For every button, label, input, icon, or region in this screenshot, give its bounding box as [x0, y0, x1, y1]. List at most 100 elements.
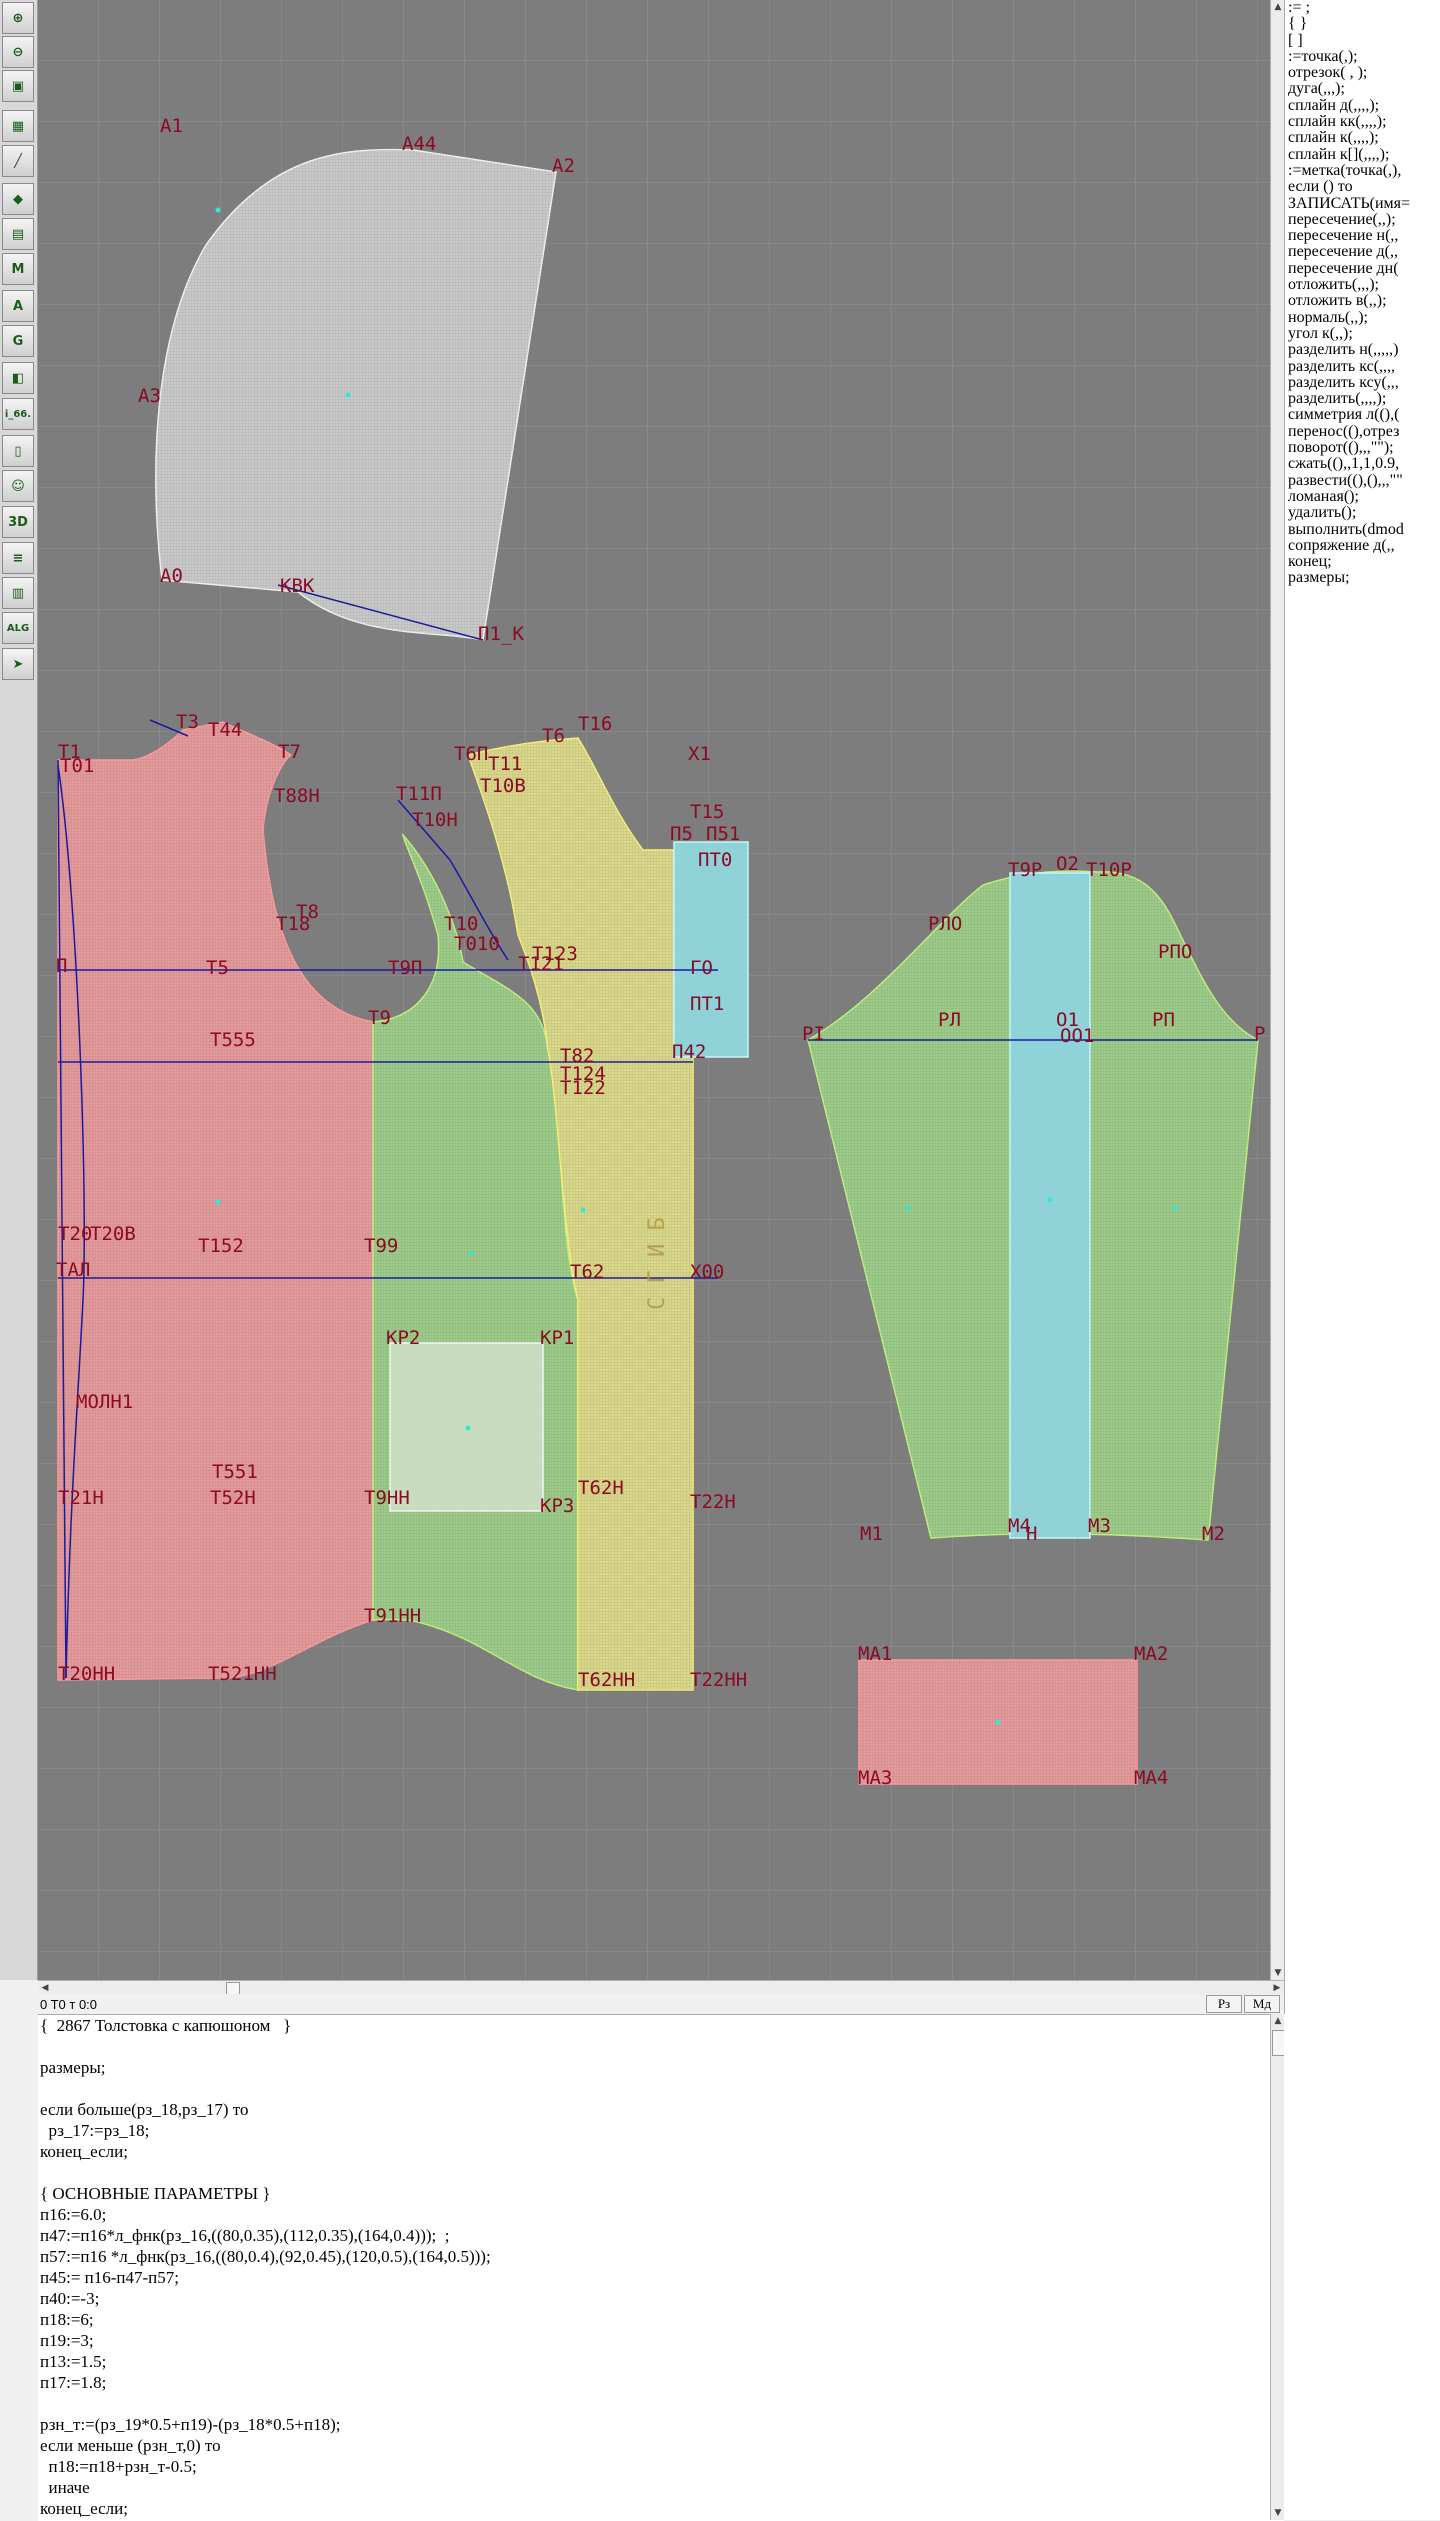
point-label: T18: [276, 913, 310, 935]
line-icon[interactable]: ╱: [2, 145, 34, 177]
person-icon[interactable]: ☺: [2, 470, 34, 502]
command-item[interactable]: дуга(,,,);: [1288, 81, 1410, 98]
point-label: T21H: [58, 1487, 104, 1509]
code-line: п13:=1.5;: [40, 2352, 107, 2371]
command-item[interactable]: перенос((),отрез: [1288, 423, 1410, 440]
point-label: TAЛ: [56, 1259, 90, 1281]
point-label: T3: [176, 711, 199, 733]
command-item[interactable]: выполнить(dmod: [1288, 521, 1410, 538]
command-item[interactable]: сплайн к(,,,,);: [1288, 130, 1410, 147]
command-item[interactable]: симметрия л((),(: [1288, 407, 1410, 424]
command-item[interactable]: [ ]: [1288, 32, 1410, 49]
pattern-canvas[interactable]: A1 A44 A2 A3 A0 KBK П1_К T3 T44 T1 T01 T7 T88H T8 T18 П…: [38, 0, 1270, 1980]
zoom-icon[interactable]: ⊖: [2, 36, 34, 68]
sleeve-band-piece[interactable]: [1009, 872, 1091, 1539]
neck-band-piece[interactable]: [673, 841, 749, 1058]
command-item[interactable]: сплайн кк(,,,,);: [1288, 113, 1410, 130]
scroll-right-icon[interactable]: ▶: [1270, 1981, 1284, 1995]
editor-scrollbar[interactable]: ▲ ▼: [1270, 2014, 1285, 2520]
command-item[interactable]: разделить н(,,,,,): [1288, 341, 1410, 358]
point-label: T10B: [480, 775, 526, 797]
command-item[interactable]: развести((),(),,,"": [1288, 472, 1410, 489]
toolbar: ⊕ ⊖ ▣ ▦ ╱ ◆ ▤ M A G ◧ i_66. ▯ ☺ 3D ≡ ▥ ALG ➤: [0, 0, 38, 1980]
command-item[interactable]: сопряжение д(,,: [1288, 537, 1410, 554]
command-item[interactable]: поворот((),,,"");: [1288, 439, 1410, 456]
code-line: рзн_т:=(рз_19*0.5+п19)-(рз_18*0.5+п18);: [40, 2415, 341, 2434]
measure-icon[interactable]: ▤: [2, 218, 34, 250]
document-icon[interactable]: ▯: [2, 435, 34, 467]
point-label: T555: [210, 1029, 256, 1051]
code-line: п19:=3;: [40, 2331, 94, 2350]
i66-icon[interactable]: i_66.: [2, 398, 34, 430]
editor-scroll-up-icon[interactable]: ▲: [1271, 2014, 1285, 2028]
command-item[interactable]: отрезок( , );: [1288, 64, 1410, 81]
point-label: T20HH: [58, 1663, 115, 1685]
scroll-left-icon[interactable]: ◀: [38, 1981, 52, 1995]
alg-icon[interactable]: ALG: [2, 612, 34, 644]
pattern-drawing[interactable]: A1A44A2A3A0 KBKП1_КT3 T44T1T01T7T88HT8T18П…: [38, 0, 1270, 1980]
point-label: MA1: [858, 1643, 892, 1665]
point-label: T10: [444, 913, 478, 935]
command-item[interactable]: пересечение н(,,: [1288, 227, 1410, 244]
stack-icon[interactable]: ▥: [2, 577, 34, 609]
command-item[interactable]: отложить в(,,);: [1288, 293, 1410, 310]
point-label: T62: [570, 1261, 604, 1283]
command-item[interactable]: пересечение д(,,: [1288, 244, 1410, 261]
point-label: O2: [1056, 853, 1079, 875]
command-item[interactable]: ломаная();: [1288, 488, 1410, 505]
command-item[interactable]: пересечение дн(: [1288, 260, 1410, 277]
a-icon[interactable]: A: [2, 290, 34, 322]
code-line: если больше(рз_18,рз_17) то: [40, 2100, 249, 2119]
point-label: KP1: [540, 1327, 574, 1349]
command-item[interactable]: размеры;: [1288, 570, 1410, 587]
grid-icon[interactable]: ▦: [2, 110, 34, 142]
command-item[interactable]: { }: [1288, 15, 1410, 32]
point-label: MOЛH1: [76, 1391, 133, 1413]
point-label: T11П: [396, 783, 442, 805]
command-item[interactable]: сплайн к[](,,,,);: [1288, 146, 1410, 163]
command-item[interactable]: разделить кс(,,,,: [1288, 358, 1410, 375]
exit-icon[interactable]: ➤: [2, 648, 34, 680]
point-label: M1: [860, 1523, 883, 1545]
command-item[interactable]: сжать((),,1,1,0.9,: [1288, 456, 1410, 473]
command-item[interactable]: ЗАПИСАТЬ(имя=: [1288, 195, 1410, 212]
command-item[interactable]: пересечение(,,);: [1288, 211, 1410, 228]
point-label: ПT0: [698, 849, 732, 871]
point-label: KP2: [386, 1327, 420, 1349]
command-item[interactable]: конец;: [1288, 553, 1410, 570]
code-line: рз_17:=рз_18;: [40, 2121, 150, 2140]
layer-icon[interactable]: ◆: [2, 183, 34, 215]
point-label: X00: [690, 1261, 724, 1283]
command-item[interactable]: отложить(,,,);: [1288, 276, 1410, 293]
rz-button[interactable]: Рз: [1206, 1995, 1242, 2013]
code-text[interactable]: { 2867 Толстовка с капюшоном } размеры; …: [38, 2015, 491, 2519]
command-item[interactable]: если () то: [1288, 178, 1410, 195]
command-item[interactable]: угол к(,,);: [1288, 325, 1410, 342]
scroll-up-icon[interactable]: ▲: [1271, 0, 1285, 14]
pattern-icon[interactable]: ▣: [2, 70, 34, 102]
canvas-vertical-scrollbar[interactable]: ▲ ▼: [1270, 0, 1285, 1980]
code-line: { ОСНОВНЫЕ ПАРАМЕТРЫ }: [40, 2184, 271, 2203]
g-icon[interactable]: G: [2, 325, 34, 357]
canvas-horizontal-scrollbar[interactable]: ◀ ▶: [38, 1980, 1284, 1995]
point-label: T521HH: [208, 1663, 277, 1685]
command-item[interactable]: :=точка(,);: [1288, 48, 1410, 65]
command-item[interactable]: := ;: [1288, 0, 1410, 16]
m-icon[interactable]: M: [2, 253, 34, 285]
editor-scroll-down-icon[interactable]: ▼: [1271, 2506, 1285, 2520]
command-item[interactable]: разделить(,,,,);: [1288, 390, 1410, 407]
command-item[interactable]: сплайн д(,,,,);: [1288, 97, 1410, 114]
command-item[interactable]: разделить ксу(,,,: [1288, 374, 1410, 391]
command-item[interactable]: удалить();: [1288, 504, 1410, 521]
sheet-icon[interactable]: ◧: [2, 362, 34, 394]
md-button[interactable]: Мд: [1244, 1995, 1280, 2013]
code-editor[interactable]: { 2867 Толстовка с капюшоном } размеры; …: [38, 2014, 1284, 2521]
text-icon[interactable]: ≡: [2, 542, 34, 574]
scroll-down-icon[interactable]: ▼: [1271, 1966, 1285, 1980]
command-item[interactable]: :=метка(точка(,),: [1288, 162, 1410, 179]
code-line: п47:=п16*л_фнк(рз_16,((80,0.35),(112,0.3…: [40, 2226, 450, 2245]
point-label: T9П: [388, 957, 422, 979]
3d-icon[interactable]: 3D: [2, 506, 34, 538]
add-icon[interactable]: ⊕: [2, 2, 34, 34]
command-item[interactable]: нормаль(,,);: [1288, 309, 1410, 326]
